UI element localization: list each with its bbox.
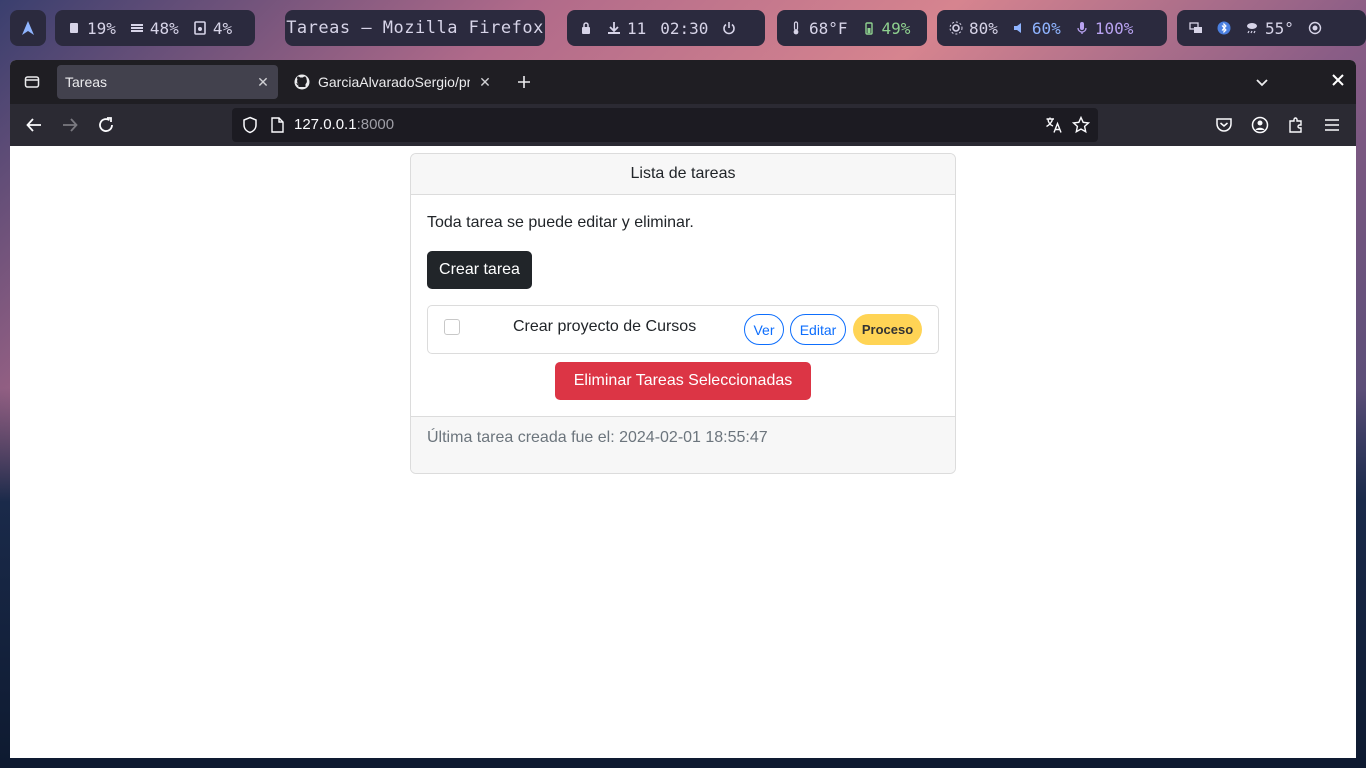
firefox-view-icon <box>24 76 40 88</box>
reload-button[interactable] <box>94 113 118 137</box>
hamburger-menu-icon <box>1325 119 1339 131</box>
tab-github[interactable]: GarciaAlvaradoSergio/pru ✕ <box>286 65 500 99</box>
new-tab-button[interactable] <box>512 70 536 94</box>
launcher-button[interactable] <box>10 10 46 46</box>
temperature-value: 68°F <box>809 18 848 38</box>
task-title: Crear proyecto de Cursos <box>513 318 697 335</box>
arrow-right-icon <box>63 118 78 132</box>
task-row: Crear proyecto de Cursos Ver Editar Proc… <box>427 305 939 354</box>
pocket-icon <box>1216 118 1232 132</box>
card-footer: Última tarea creada fue el: 2024-02-01 1… <box>411 416 955 473</box>
url-text[interactable]: 127.0.0.1:8000 <box>294 116 394 133</box>
system-stats: 19% 48% 4% <box>55 10 255 46</box>
task-list-card: Lista de tareas Toda tarea se puede edit… <box>410 153 956 474</box>
card-header: Lista de tareas <box>411 154 955 195</box>
power-icon[interactable] <box>722 21 736 35</box>
system-tray: 55° <box>1177 10 1366 46</box>
close-tab-icon[interactable]: ✕ <box>478 74 492 90</box>
bluetooth-icon[interactable] <box>1217 21 1231 35</box>
sensors-group: 68°F 49% <box>777 10 927 46</box>
tab-tareas[interactable]: Tareas ✕ <box>57 65 278 99</box>
firefox-window: Tareas ✕ GarciaAlvaradoSergio/pru ✕ 127.… <box>10 60 1356 758</box>
edit-task-button[interactable]: Editar <box>790 314 846 345</box>
page-content: Lista de tareas Toda tarea se puede edit… <box>10 146 1356 758</box>
arch-logo-icon <box>22 21 34 35</box>
brightness-value[interactable]: 80% <box>969 19 998 38</box>
battery-value: 49% <box>881 18 911 38</box>
list-all-tabs-button[interactable] <box>1252 72 1272 92</box>
intro-text: Toda tarea se puede editar y eliminar. <box>427 214 694 231</box>
shield-icon[interactable] <box>241 116 259 138</box>
card-body: Toda tarea se puede editar y eliminar. C… <box>411 195 955 416</box>
close-tab-icon[interactable]: ✕ <box>256 74 270 90</box>
clock-time[interactable]: 02:30 <box>660 19 708 38</box>
disk-value: 4% <box>212 18 233 38</box>
task-select-checkbox[interactable] <box>444 319 460 335</box>
forward-button[interactable] <box>58 113 82 137</box>
tab-list-button[interactable] <box>18 68 46 96</box>
delete-selected-tasks-button[interactable]: Eliminar Tareas Seleccionadas <box>555 362 811 400</box>
window-close-button[interactable] <box>1328 72 1348 92</box>
view-task-button[interactable]: Ver <box>744 314 784 345</box>
tab-label: Tareas <box>65 74 108 90</box>
navigation-toolbar: 127.0.0.1:8000 <box>10 104 1356 146</box>
download-icon <box>607 21 621 35</box>
arrow-left-icon <box>26 118 41 132</box>
url-host: 127.0.0.1 <box>294 116 357 133</box>
account-button[interactable] <box>1248 113 1272 137</box>
plus-icon <box>518 76 530 88</box>
back-button[interactable] <box>22 113 46 137</box>
brightness-icon <box>949 21 963 35</box>
battery-icon <box>862 21 876 35</box>
bookmark-star-icon[interactable] <box>1071 115 1091 138</box>
record-icon[interactable] <box>1308 21 1322 35</box>
disk-icon <box>193 21 207 35</box>
menu-button[interactable] <box>1320 113 1344 137</box>
memory-icon <box>130 21 144 35</box>
active-window-title: Tareas — Mozilla Firefox <box>285 10 545 46</box>
extensions-button[interactable] <box>1284 113 1308 137</box>
system-topbar: 19% 48% 4% Tareas — Mozilla Firefox 11 0… <box>10 10 1366 46</box>
create-task-button[interactable]: Crear tarea <box>427 251 532 289</box>
cpu-icon <box>67 21 81 35</box>
mic-value[interactable]: 100% <box>1095 19 1134 38</box>
audio-group: 80% 60% 100% <box>937 10 1167 46</box>
network-icon[interactable] <box>1189 21 1203 35</box>
page-icon[interactable] <box>270 117 284 137</box>
speaker-icon <box>1012 21 1026 35</box>
url-bar[interactable]: 127.0.0.1:8000 <box>232 108 1098 142</box>
task-status-badge[interactable]: Proceso <box>853 314 922 345</box>
thermometer-icon <box>789 21 803 35</box>
close-icon <box>1332 74 1344 86</box>
account-icon <box>1251 116 1269 134</box>
github-icon <box>294 74 310 90</box>
weather-value: 55° <box>1265 18 1294 38</box>
clock-group: 11 02:30 <box>567 10 765 46</box>
tab-bar: Tareas ✕ GarciaAlvaradoSergio/pru ✕ <box>10 60 1356 104</box>
pocket-button[interactable] <box>1212 113 1236 137</box>
weather-rain-icon <box>1245 21 1259 35</box>
memory-value: 48% <box>149 18 179 38</box>
translate-icon[interactable] <box>1045 116 1063 138</box>
chevron-down-icon <box>1256 79 1268 87</box>
url-port: :8000 <box>356 116 395 133</box>
reload-icon <box>99 117 113 132</box>
updates-count: 11 <box>627 18 647 38</box>
cpu-value: 19% <box>87 18 116 38</box>
microphone-icon <box>1075 21 1089 35</box>
lock-icon[interactable] <box>579 21 593 35</box>
tab-label: GarciaAlvaradoSergio/pru <box>318 74 470 90</box>
volume-value[interactable]: 60% <box>1032 19 1061 38</box>
puzzle-icon <box>1289 117 1302 133</box>
